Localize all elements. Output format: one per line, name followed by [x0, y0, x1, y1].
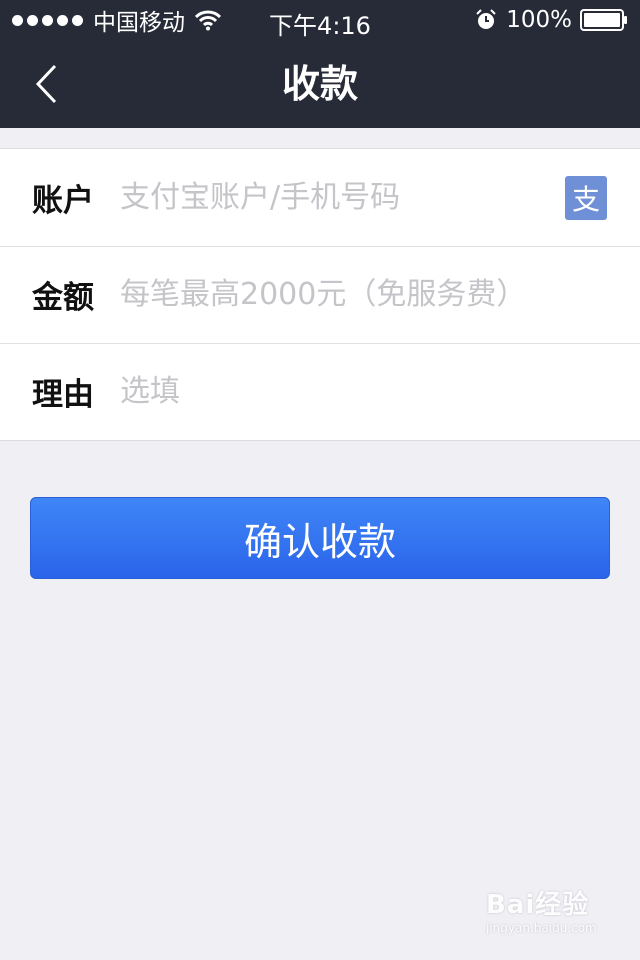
alarm-icon — [476, 9, 496, 29]
reason-input[interactable] — [120, 361, 640, 422]
status-right: 100% — [474, 6, 628, 34]
battery-icon — [580, 9, 627, 31]
payment-form: 账户 支 金额 理由 — [0, 148, 640, 441]
reason-row: 理由 — [0, 343, 640, 440]
page-title: 收款 — [281, 62, 358, 106]
account-input[interactable] — [120, 167, 565, 228]
status-bar: 中国移动 下午4:16 100% — [0, 0, 640, 40]
alipay-contacts-button[interactable]: 支 — [565, 175, 607, 220]
amount-row: 金额 — [0, 246, 640, 343]
amount-label: 金额 — [32, 280, 94, 316]
watermark-url: jingyan.baidu.com — [486, 921, 597, 935]
account-row: 账户 支 — [0, 149, 640, 246]
amount-input[interactable] — [120, 264, 640, 325]
watermark-logo: Bai经验 — [486, 890, 590, 920]
reason-label: 理由 — [32, 377, 94, 413]
battery-percent: 100% — [506, 7, 572, 33]
navigation-bar: 收款 — [0, 40, 640, 128]
account-label: 账户 — [32, 183, 94, 219]
confirm-receive-button[interactable]: 确认收款 — [30, 497, 610, 579]
baidu-jingyan-watermark: Bai经验 jingyan.baidu.com — [486, 884, 616, 948]
header: 中国移动 下午4:16 100% 收款 — [0, 0, 640, 128]
alipay-icon: 支 — [571, 182, 600, 216]
